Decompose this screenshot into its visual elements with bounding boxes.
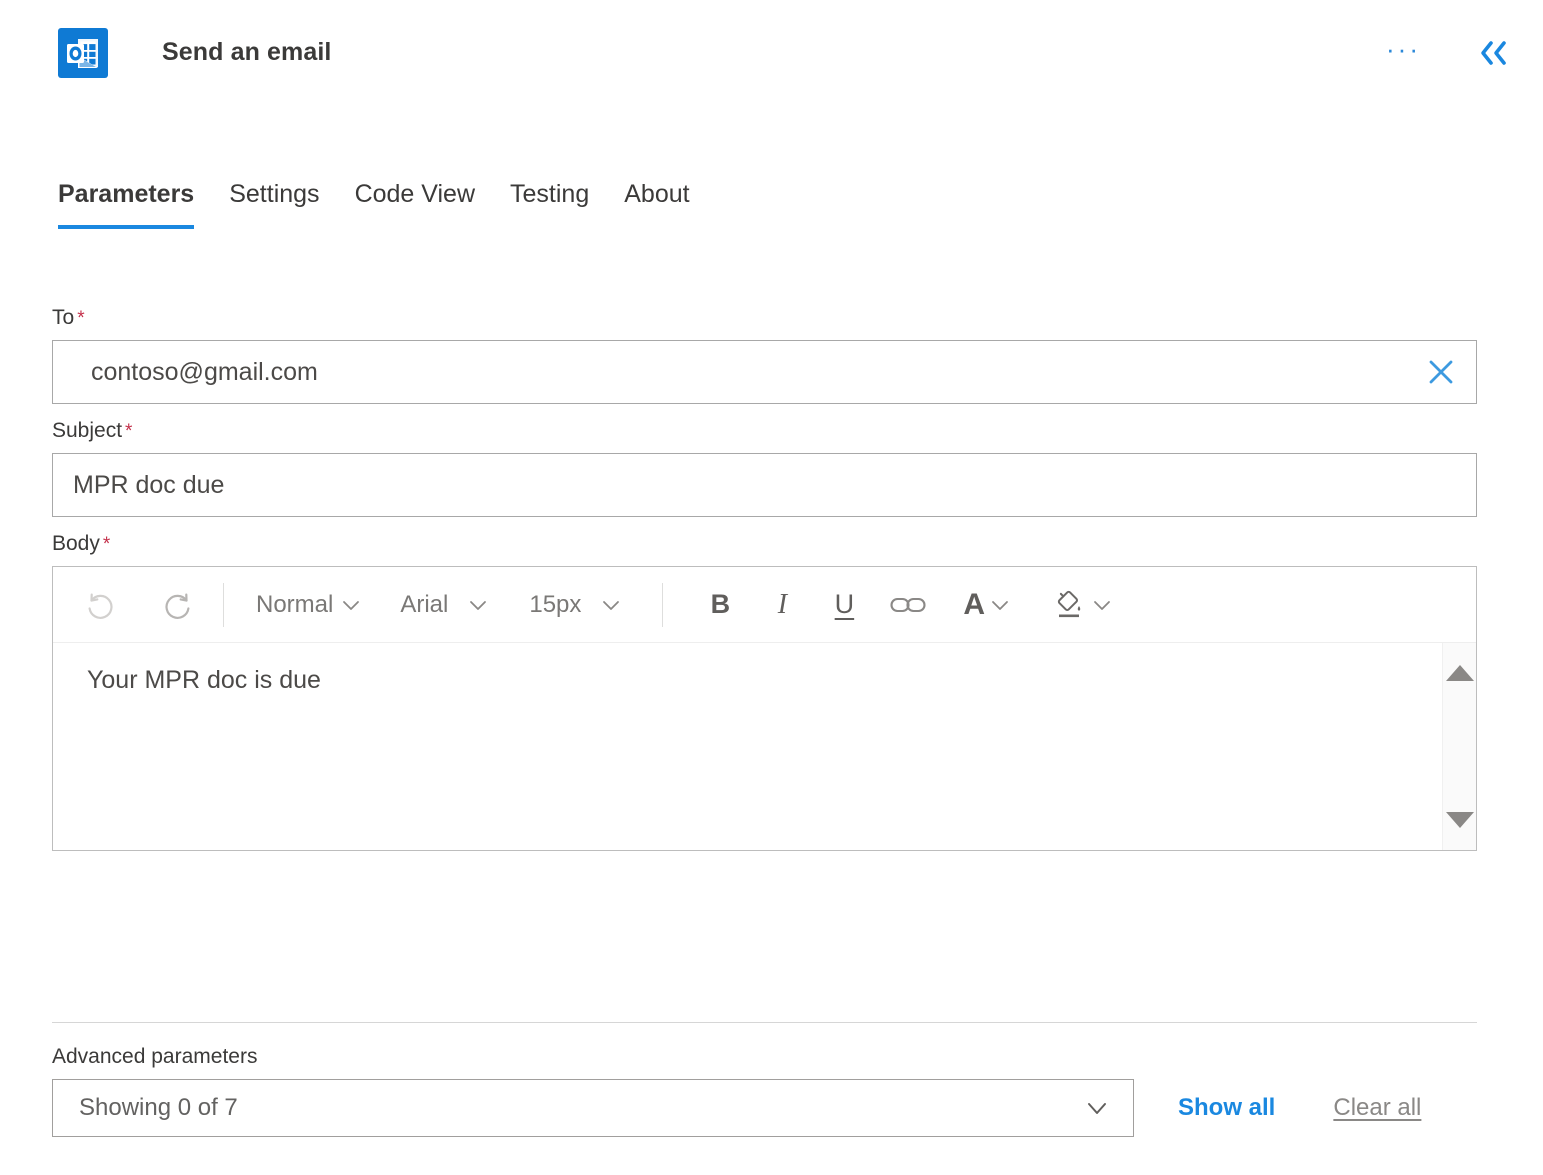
panel-header: Send an email ···: [0, 0, 1543, 105]
body-text-value: Your MPR doc is due: [87, 666, 321, 694]
required-asterisk: *: [77, 308, 85, 329]
tab-testing[interactable]: Testing: [510, 180, 624, 229]
required-asterisk: *: [102, 534, 111, 555]
font-family-value: Arial: [400, 590, 449, 618]
highlight-bucket-icon[interactable]: [1045, 579, 1121, 631]
font-color-icon[interactable]: A: [955, 579, 1019, 631]
bold-label: B: [710, 589, 731, 619]
to-label: To *: [52, 305, 1477, 332]
tab-code-view[interactable]: Code View: [355, 180, 510, 229]
rte-toolbar: Normal Arial 15px B I U A: [53, 567, 1476, 643]
chevron-down-icon: [600, 594, 622, 616]
text-style-value: Normal: [256, 590, 334, 618]
tab-settings[interactable]: Settings: [229, 180, 354, 229]
body-label: Body *: [52, 531, 1477, 558]
advanced-parameters-row: Showing 0 of 7 Show all Clear all: [52, 1079, 1477, 1137]
clear-all-link[interactable]: Clear all: [1333, 1094, 1421, 1122]
tab-list: Parameters Settings Code View Testing Ab…: [58, 180, 725, 229]
italic-label: I: [777, 588, 788, 620]
chevron-down-icon: [467, 594, 489, 616]
toolbar-divider: [662, 582, 664, 627]
to-input[interactable]: contoso@gmail.com: [52, 340, 1477, 404]
show-all-link[interactable]: Show all: [1178, 1094, 1275, 1122]
subject-input-value: MPR doc due: [73, 470, 225, 499]
subject-label: Subject *: [52, 418, 1477, 445]
body-textarea[interactable]: Your MPR doc is due: [53, 643, 1476, 850]
subject-label-text: Subject: [52, 419, 123, 442]
tab-about[interactable]: About: [624, 180, 724, 229]
parameters-form: To * contoso@gmail.com Subject * MPR doc d…: [52, 305, 1477, 853]
font-size-dropdown[interactable]: 15px: [517, 579, 634, 631]
advanced-parameters-select[interactable]: Showing 0 of 7: [52, 1079, 1134, 1137]
chevron-down-icon: [989, 594, 1011, 616]
page-title: Send an email: [162, 38, 332, 66]
required-asterisk: *: [125, 421, 133, 442]
triangle-up-icon[interactable]: [1445, 665, 1474, 681]
font-size-value: 15px: [529, 590, 582, 618]
triangle-down-icon[interactable]: [1445, 812, 1474, 828]
chevron-down-icon: [340, 594, 362, 616]
chevron-down-icon: [1083, 1094, 1111, 1122]
rich-text-editor: Normal Arial 15px B I U A Your MPR doc i…: [52, 566, 1477, 851]
advanced-parameters-select-value: Showing 0 of 7: [79, 1094, 238, 1121]
undo-arrow-icon[interactable]: [75, 579, 125, 631]
outlook-icon: [58, 27, 108, 78]
double-chevron-left-icon[interactable]: [1471, 32, 1521, 74]
font-color-label: A: [963, 587, 986, 621]
highlight-glyph: [1053, 588, 1087, 622]
field-subject: Subject * MPR doc due: [52, 418, 1477, 517]
bold-icon[interactable]: B: [689, 579, 751, 631]
field-to: To * contoso@gmail.com: [52, 305, 1477, 404]
tab-parameters[interactable]: Parameters: [58, 180, 229, 229]
to-input-value: contoso@gmail.com: [91, 357, 318, 386]
redo-arrow-icon[interactable]: [153, 579, 203, 631]
link-chain-icon[interactable]: [875, 579, 941, 631]
body-label-text: Body: [52, 532, 100, 555]
section-divider: [52, 1022, 1477, 1023]
header-actions: ···: [1380, 32, 1521, 74]
text-style-dropdown[interactable]: Normal: [244, 579, 374, 631]
underline-label: U: [834, 589, 855, 619]
ellipsis-icon[interactable]: ···: [1380, 34, 1427, 72]
italic-icon[interactable]: I: [751, 579, 813, 631]
close-x-icon[interactable]: [1422, 353, 1460, 391]
subject-input[interactable]: MPR doc due: [52, 453, 1477, 517]
chevron-down-icon: [1091, 594, 1113, 616]
to-label-text: To: [52, 306, 75, 329]
advanced-parameters-section: Advanced parameters Showing 0 of 7 Show …: [52, 1045, 1477, 1137]
field-body: Body * Normal Arial 15px B I U A Your MP…: [52, 531, 1477, 851]
body-scrollbar[interactable]: [1442, 643, 1476, 850]
font-family-dropdown[interactable]: Arial: [388, 579, 501, 631]
toolbar-divider: [223, 582, 224, 627]
underline-icon[interactable]: U: [813, 579, 875, 631]
advanced-parameters-label: Advanced parameters: [52, 1045, 258, 1068]
